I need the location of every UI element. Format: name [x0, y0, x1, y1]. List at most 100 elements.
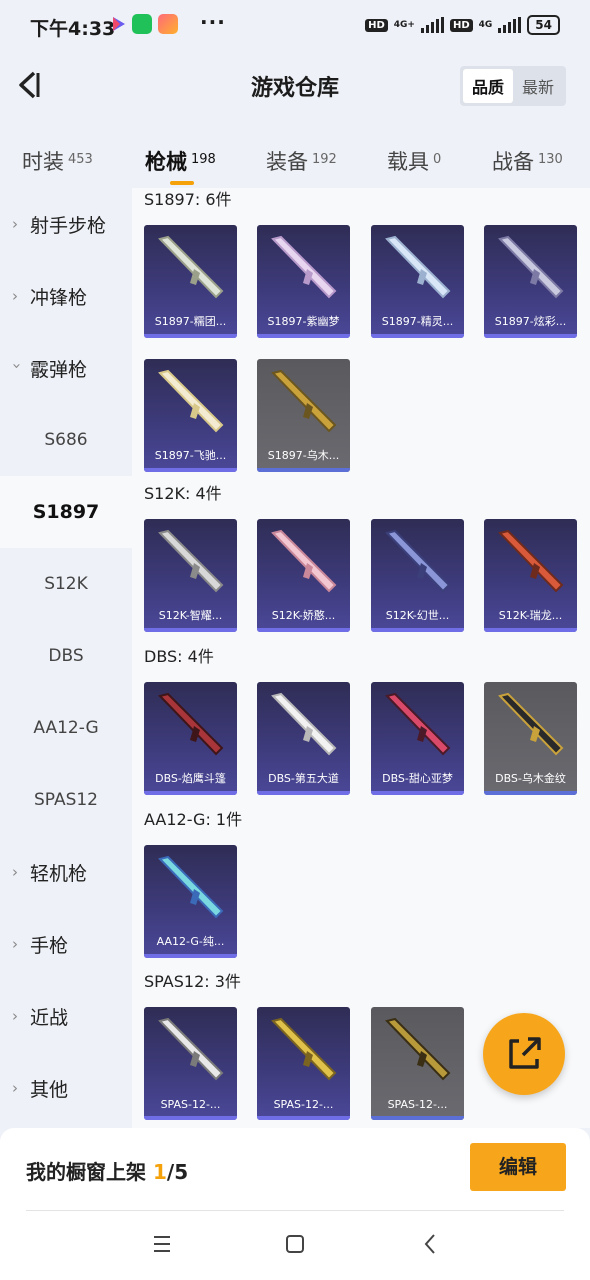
item-grid: S1897: 6件 S1897-糯团... S1897-紫幽梦 S1897-精灵...…	[132, 188, 590, 1128]
tab-equipment[interactable]: 装备 192	[266, 146, 337, 176]
sidebar-sub-spas12[interactable]: SPAS12	[0, 764, 132, 836]
sidebar-sub-s686[interactable]: S686	[0, 404, 132, 476]
sidebar-item-smg[interactable]: › 冲锋枪	[0, 260, 132, 332]
section-title: S1897: 6件	[144, 190, 232, 209]
weapon-skin-name: SPAS-12-...	[160, 1098, 221, 1111]
weapon-image	[498, 692, 564, 756]
quality-strip	[257, 1116, 350, 1120]
weapon-skin-name: S1897-紫幽梦	[267, 315, 340, 328]
weapon-image	[271, 235, 337, 299]
weapon-skin-card[interactable]: DBS-乌木金纹	[484, 682, 577, 795]
weapon-body	[385, 529, 451, 593]
home-icon[interactable]	[285, 1226, 305, 1262]
sidebar-item-lmg[interactable]: › 轻机枪	[0, 836, 132, 908]
showcase-status: 我的橱窗上架 1/5	[26, 1160, 189, 1184]
tab-fashion[interactable]: 时装 453	[22, 146, 93, 176]
edit-button[interactable]: 编辑	[470, 1143, 566, 1191]
weapon-image	[271, 1017, 337, 1081]
status-time: 下午4:33	[30, 18, 116, 40]
weapon-body	[158, 369, 224, 433]
weapon-skin-card[interactable]: S12K-娇憨...	[257, 519, 350, 632]
weapon-body	[385, 1017, 451, 1081]
tab-vehicles[interactable]: 载具 0	[387, 146, 441, 176]
share-external-icon	[509, 1037, 541, 1069]
weapon-body	[385, 235, 451, 299]
weapon-image	[271, 692, 337, 756]
more-notifications-icon: ···	[200, 10, 226, 34]
quality-strip	[144, 468, 237, 472]
weapon-image	[158, 235, 224, 299]
weapon-skin-name: SPAS-12-...	[273, 1098, 334, 1111]
sidebar-item-marksman-rifle[interactable]: › 射手步枪	[0, 188, 132, 260]
sort-quality[interactable]: 品质	[462, 69, 513, 103]
tab-battle-prep[interactable]: 战备 130	[492, 146, 563, 176]
quality-strip	[257, 334, 350, 338]
weapon-skin-card[interactable]: DBS-焰鹰斗篷	[144, 682, 237, 795]
divider	[26, 1210, 564, 1211]
chevron-down-icon: ›	[8, 363, 26, 369]
tab-active-indicator	[170, 181, 194, 185]
weapon-body	[158, 529, 224, 593]
menu-icon[interactable]	[152, 1226, 172, 1262]
quality-strip	[371, 628, 464, 632]
weapon-image	[385, 692, 451, 756]
weapon-skin-card[interactable]: DBS-第五大道	[257, 682, 350, 795]
section-title: DBS: 4件	[144, 647, 214, 666]
weapon-skin-card[interactable]: S1897-精灵...	[371, 225, 464, 338]
sidebar-sub-s1897[interactable]: S1897	[0, 476, 132, 548]
category-tabs: 时装 453 枪械 198 装备 192 载具 0 战备 130	[0, 132, 590, 188]
weapon-body	[385, 692, 451, 756]
back-icon[interactable]	[422, 1226, 438, 1262]
weapon-body	[271, 235, 337, 299]
sidebar-item-other[interactable]: › 其他	[0, 1052, 132, 1124]
quality-strip	[144, 1116, 237, 1120]
weapon-sidebar: › 射手步枪 › 冲锋枪 › 霰弹枪 S686 S1897 S12K DBS AA12…	[0, 188, 132, 1128]
section-title: S12K: 4件	[144, 484, 222, 503]
weapon-skin-card[interactable]: DBS-甜心亚梦	[371, 682, 464, 795]
quality-strip	[484, 791, 577, 795]
sidebar-item-melee[interactable]: › 近战	[0, 980, 132, 1052]
quality-strip	[257, 791, 350, 795]
weapon-skin-name: DBS-焰鹰斗篷	[155, 772, 226, 785]
quality-strip	[371, 334, 464, 338]
weapon-body	[158, 1017, 224, 1081]
showcase-current-count: 1	[152, 1160, 167, 1184]
hd-icon: HD	[365, 18, 388, 32]
weapon-skin-name: AA12-G-纯...	[156, 935, 225, 948]
sidebar-item-pistol[interactable]: › 手枪	[0, 908, 132, 980]
weapon-skin-card[interactable]: S12K-智耀...	[144, 519, 237, 632]
weapon-body	[271, 692, 337, 756]
weapon-skin-card[interactable]: SPAS-12-...	[257, 1007, 350, 1120]
weapon-image	[158, 529, 224, 593]
weapon-skin-card[interactable]: SPAS-12-...	[144, 1007, 237, 1120]
sidebar-sub-aa12g[interactable]: AA12-G	[0, 692, 132, 764]
weapon-skin-card[interactable]: S12K-幻世...	[371, 519, 464, 632]
weapon-skin-card[interactable]: S12K-瑞龙...	[484, 519, 577, 632]
share-button[interactable]	[483, 1013, 565, 1095]
weapon-skin-card[interactable]: S1897-炫彩...	[484, 225, 577, 338]
sidebar-sub-dbs[interactable]: DBS	[0, 620, 132, 692]
weapon-skin-name: S12K-瑞龙...	[498, 609, 563, 622]
weapon-body	[271, 369, 337, 433]
weapon-skin-card[interactable]: S1897-飞驰...	[144, 359, 237, 472]
network-type-2: 4G	[478, 20, 493, 30]
weapon-body	[498, 235, 564, 299]
chevron-right-icon: ›	[12, 1079, 18, 1097]
sidebar-sub-s12k[interactable]: S12K	[0, 548, 132, 620]
tab-firearms[interactable]: 枪械 198	[145, 146, 216, 176]
weapon-skin-name: S1897-精灵...	[381, 315, 454, 328]
weapon-skin-card[interactable]: AA12-G-纯...	[144, 845, 237, 958]
weapon-image	[498, 529, 564, 593]
chevron-right-icon: ›	[12, 287, 18, 305]
sidebar-item-shotgun[interactable]: › 霰弹枪	[0, 332, 132, 404]
weapon-skin-card[interactable]: S1897-紫幽梦	[257, 225, 350, 338]
weapon-skin-name: S12K-娇憨...	[271, 609, 336, 622]
weapon-image	[158, 692, 224, 756]
weapon-skin-card[interactable]: SPAS-12-...	[371, 1007, 464, 1120]
battery-icon: 54	[527, 15, 560, 35]
weapon-skin-card[interactable]: S1897-糯团...	[144, 225, 237, 338]
sort-latest[interactable]: 最新	[513, 69, 563, 103]
quality-strip	[144, 791, 237, 795]
weapon-skin-card[interactable]: S1897-乌木...	[257, 359, 350, 472]
play-store-icon	[113, 17, 125, 31]
